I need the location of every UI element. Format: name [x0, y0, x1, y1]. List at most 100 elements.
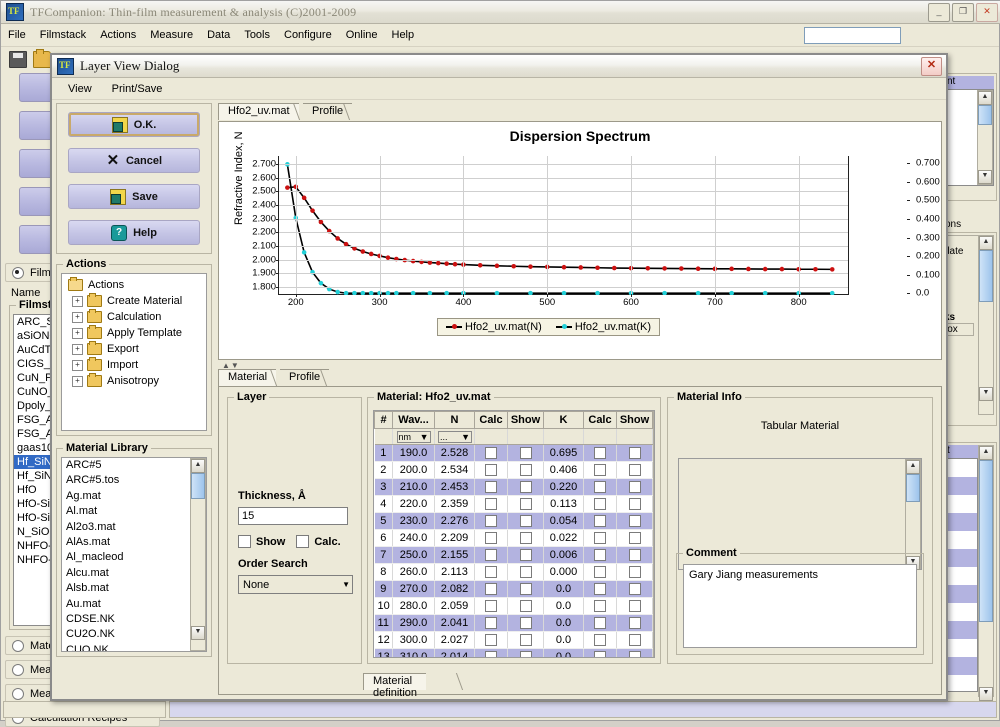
cell-wavelength[interactable]: 310.0: [392, 648, 435, 657]
cell-n[interactable]: 2.534: [434, 461, 475, 479]
scroll-up-icon[interactable]: ▲: [191, 459, 205, 473]
n-calc-checkbox[interactable]: [485, 634, 497, 647]
k-show-checkbox[interactable]: [628, 464, 641, 477]
scrollbar-right-1[interactable]: ▲ ▼: [977, 90, 993, 185]
cell-wavelength[interactable]: 260.0: [392, 563, 435, 581]
cell-k[interactable]: 0.0: [543, 580, 584, 598]
material-library-scrollbar[interactable]: ▲ ▼: [190, 458, 206, 651]
maximize-button[interactable]: ❐: [952, 3, 974, 22]
menu-actions[interactable]: Actions: [93, 27, 143, 43]
cell-n[interactable]: 2.155: [434, 546, 475, 564]
material-library-item[interactable]: Al_macleod: [62, 550, 190, 565]
material-library-item[interactable]: CU2O.NK: [62, 627, 190, 642]
k-calc-checkbox[interactable]: [594, 447, 606, 460]
cell-n[interactable]: 2.027: [434, 631, 475, 649]
tab-material-definition[interactable]: Material definition: [363, 673, 427, 699]
n-show-checkbox[interactable]: [519, 617, 532, 630]
n-show-checkbox[interactable]: [519, 583, 532, 596]
k-show-checkbox[interactable]: [628, 498, 641, 511]
column-header[interactable]: Show: [507, 411, 544, 429]
cell-n[interactable]: 2.082: [434, 580, 475, 598]
dialog-menu-view[interactable]: View: [58, 81, 102, 97]
cell-wavelength[interactable]: 230.0: [392, 512, 435, 530]
material-library-item[interactable]: Alsb.mat: [62, 581, 190, 596]
scroll-up-icon[interactable]: ▲: [978, 91, 992, 105]
n-calc-checkbox[interactable]: [485, 481, 497, 494]
n-show-checkbox[interactable]: [519, 515, 532, 528]
actions-tree-node[interactable]: + Anisotropy: [64, 373, 204, 389]
n-show-checkbox[interactable]: [519, 481, 532, 494]
n-show-checkbox[interactable]: [519, 498, 532, 511]
cell-k[interactable]: 0.006: [543, 546, 584, 564]
cell-n[interactable]: 2.059: [434, 597, 475, 615]
table-row[interactable]: 7 250.0 2.155 0.006: [374, 546, 653, 564]
scroll-thumb[interactable]: [978, 105, 992, 125]
wavelength-unit-select[interactable]: nm ▼: [396, 430, 431, 443]
n-show-checkbox[interactable]: [519, 566, 532, 579]
cell-k[interactable]: 0.000: [543, 563, 584, 581]
cell-k[interactable]: 0.054: [543, 512, 584, 530]
minimize-button[interactable]: _: [928, 3, 950, 22]
cell-n[interactable]: 2.528: [434, 444, 475, 462]
table-row[interactable]: 1 190.0 2.528 0.695: [374, 444, 653, 462]
column-header[interactable]: Show: [616, 411, 653, 429]
material-library-item[interactable]: Al.mat: [62, 504, 190, 519]
order-search-select[interactable]: None ▼: [238, 575, 353, 594]
cell-k[interactable]: 0.0: [543, 597, 584, 615]
table-row[interactable]: 9 270.0 2.082 0.0: [374, 580, 653, 598]
k-show-checkbox[interactable]: [628, 634, 641, 647]
k-calc-checkbox[interactable]: [594, 634, 606, 647]
actions-tree-node[interactable]: + Import: [64, 357, 204, 373]
n-calc-checkbox[interactable]: [485, 566, 497, 579]
actions-tree-node[interactable]: + Calculation: [64, 309, 204, 325]
ok-button[interactable]: O.K.: [68, 112, 200, 137]
n-calc-checkbox[interactable]: [485, 651, 497, 657]
k-show-checkbox[interactable]: [628, 447, 641, 460]
material-library-item[interactable]: ARC#5.tos: [62, 473, 190, 488]
menu-tools[interactable]: Tools: [237, 27, 277, 43]
k-calc-checkbox[interactable]: [594, 515, 606, 528]
dialog-menu-print-save[interactable]: Print/Save: [102, 81, 173, 97]
scroll-up-icon[interactable]: ▲: [654, 412, 655, 426]
n-show-checkbox[interactable]: [519, 464, 532, 477]
scroll-down-icon[interactable]: ▼: [654, 606, 655, 620]
k-calc-checkbox[interactable]: [594, 617, 606, 630]
expand-icon[interactable]: +: [72, 295, 83, 307]
cell-k[interactable]: 0.406: [543, 461, 584, 479]
menu-online[interactable]: Online: [339, 27, 385, 43]
material-library-list[interactable]: ARC#5 ARC#5.tos Ag.mat Al.mat Al2o3.mat AlAs.…: [61, 457, 207, 652]
actions-tree-node[interactable]: + Export: [64, 341, 204, 357]
scroll-thumb[interactable]: [979, 460, 993, 622]
material-table-scrollbar[interactable]: ▲ ▼: [653, 411, 655, 657]
n-calc-checkbox[interactable]: [485, 532, 497, 545]
expand-icon[interactable]: +: [72, 343, 83, 355]
cell-n[interactable]: 2.041: [434, 614, 475, 632]
n-calc-checkbox[interactable]: [485, 617, 497, 630]
n-show-checkbox[interactable]: [519, 600, 532, 613]
bg-right-list-1[interactable]: ▲ ▼: [944, 89, 994, 186]
k-calc-checkbox[interactable]: [594, 532, 606, 545]
cell-k[interactable]: 0.220: [543, 478, 584, 496]
thickness-input[interactable]: 15: [238, 507, 348, 525]
tab-hfo2-uv-mat[interactable]: Hfo2_uv.mat: [218, 103, 299, 120]
cell-n[interactable]: 2.359: [434, 495, 475, 513]
table-row[interactable]: 11 290.0 2.041 0.0: [374, 614, 653, 632]
menu-filmstack[interactable]: Filmstack: [33, 27, 93, 43]
column-header[interactable]: N: [434, 411, 475, 429]
n-show-checkbox[interactable]: [519, 651, 532, 657]
cell-wavelength[interactable]: 300.0: [392, 631, 435, 649]
k-show-checkbox[interactable]: [628, 600, 641, 613]
expand-icon[interactable]: +: [72, 359, 83, 371]
cell-wavelength[interactable]: 280.0: [392, 597, 435, 615]
k-show-checkbox[interactable]: [628, 617, 641, 630]
actions-tree-node[interactable]: + Apply Template: [64, 325, 204, 341]
material-library-item[interactable]: Alcu.mat: [62, 566, 190, 581]
n-unit-select[interactable]: ... ▼: [438, 430, 472, 443]
bg-right-tab-options[interactable]: ons: [941, 219, 997, 230]
k-calc-checkbox[interactable]: [594, 566, 606, 579]
scroll-down-icon[interactable]: ▼: [979, 387, 993, 401]
table-row[interactable]: 3 210.0 2.453 0.220: [374, 478, 653, 496]
cell-wavelength[interactable]: 190.0: [392, 444, 435, 462]
material-library-item[interactable]: ARC#5: [62, 458, 190, 473]
n-calc-checkbox[interactable]: [485, 600, 497, 613]
